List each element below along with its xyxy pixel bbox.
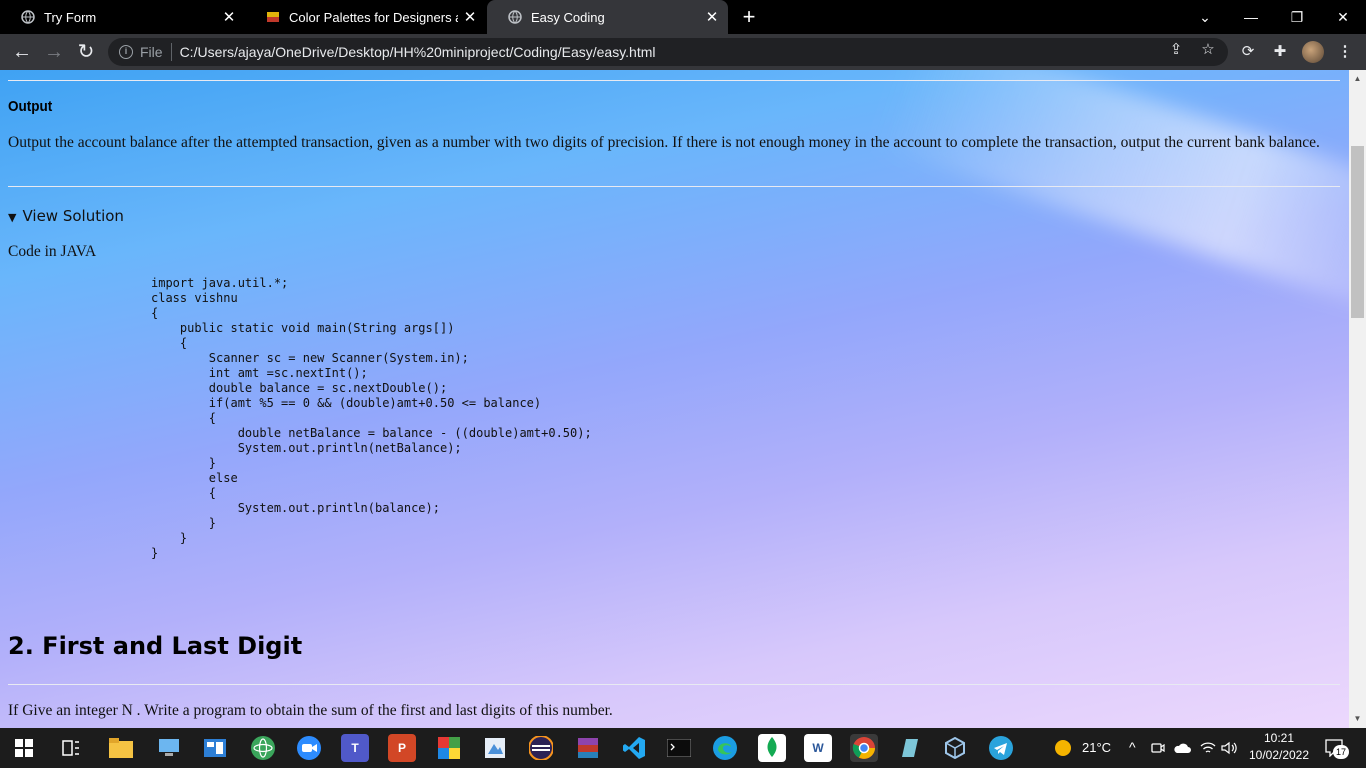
weather-temperature[interactable]: 21°C: [1082, 740, 1111, 755]
tab-try-form[interactable]: Try Form ✕: [0, 0, 245, 34]
winrar-icon[interactable]: [574, 734, 602, 762]
page-viewport: Output Output the account balance after …: [0, 70, 1349, 728]
code-block: import java.util.*; class vishnu { publi…: [151, 276, 592, 560]
windows-taskbar: T P W 21°C ^ 10:21 10/02/2022 17: [0, 728, 1366, 768]
windows-start-icon[interactable]: [10, 734, 38, 762]
url-text[interactable]: C:/Users/ajaya/OneDrive/Desktop/HH%20min…: [180, 44, 656, 60]
site-info-icon[interactable]: i: [119, 45, 133, 59]
task-view-icon[interactable]: [57, 734, 85, 762]
terminal-icon[interactable]: [665, 734, 693, 762]
tab-close-icon[interactable]: ✕: [458, 8, 482, 26]
scrollbar-thumb[interactable]: [1351, 146, 1364, 318]
output-heading: Output: [8, 98, 53, 115]
atom-icon[interactable]: [249, 734, 277, 762]
omnibox-divider: [170, 43, 172, 61]
eclipse-icon[interactable]: [527, 734, 555, 762]
word-icon[interactable]: W: [804, 734, 832, 762]
divider: [8, 186, 1340, 187]
chrome-icon[interactable]: [850, 734, 878, 762]
scroll-up-arrow[interactable]: ▲: [1349, 72, 1366, 86]
share-icon[interactable]: ⇪: [1166, 40, 1186, 58]
background-light-streak: [872, 70, 1349, 308]
vertical-scrollbar[interactable]: ▲ ▼: [1349, 70, 1366, 728]
profile-avatar[interactable]: [1302, 41, 1324, 63]
disclosure-triangle-icon: ▼: [8, 211, 17, 224]
file-explorer-icon[interactable]: [107, 734, 135, 762]
extension-icon[interactable]: ⟳: [1237, 42, 1259, 64]
teams-icon[interactable]: T: [341, 734, 369, 762]
section-description: If Give an integer N . Write a program t…: [8, 702, 613, 719]
output-description: Output the account balance after the att…: [8, 134, 1320, 151]
tab-title: Color Palettes for Designers and Artists: [289, 9, 458, 25]
virtualbox-icon[interactable]: [941, 734, 969, 762]
view-solution-label: View Solution: [22, 207, 124, 225]
mongodb-icon[interactable]: [758, 734, 786, 762]
back-button[interactable]: ←: [8, 39, 36, 65]
browser-toolbar: ← → ↻ i File C:/Users/ajaya/OneDrive/Des…: [0, 34, 1366, 70]
telegram-icon[interactable]: [987, 734, 1015, 762]
address-bar[interactable]: i File C:/Users/ajaya/OneDrive/Desktop/H…: [108, 38, 1228, 66]
section-title: 2. First and Last Digit: [8, 632, 303, 660]
onedrive-cloud-icon[interactable]: [1172, 734, 1192, 762]
reload-button[interactable]: ↻: [72, 39, 100, 65]
tab-title: Try Form: [44, 9, 97, 25]
minecraft-icon[interactable]: [435, 734, 463, 762]
meet-now-icon[interactable]: [1149, 734, 1167, 762]
vscode-icon[interactable]: [620, 734, 648, 762]
this-pc-icon[interactable]: [155, 734, 183, 762]
tab-close-icon[interactable]: ✕: [700, 8, 724, 26]
divider: [8, 80, 1340, 81]
clock-time: 10:21: [1263, 731, 1295, 745]
close-window-button[interactable]: ✕: [1320, 0, 1366, 34]
scheme-label: File: [140, 44, 163, 60]
globe-icon: [21, 10, 35, 24]
forward-button[interactable]: →: [40, 39, 68, 65]
notification-count-badge: 17: [1333, 745, 1349, 759]
tab-color-palettes[interactable]: Color Palettes for Designers and Artists…: [245, 0, 486, 34]
volume-icon[interactable]: [1220, 734, 1240, 762]
bookmark-star-icon[interactable]: ☆: [1198, 40, 1218, 58]
menu-dots-icon[interactable]: ⋮: [1334, 42, 1356, 64]
tab-title: Easy Coding: [531, 9, 605, 25]
notification-center-icon[interactable]: 17: [1325, 739, 1349, 759]
palette-icon: [267, 12, 279, 22]
divider: [8, 684, 1340, 685]
windows-app-icon[interactable]: [201, 734, 229, 762]
scroll-down-arrow[interactable]: ▼: [1349, 712, 1366, 726]
paint-icon[interactable]: [481, 734, 509, 762]
restore-button[interactable]: ❐: [1274, 0, 1320, 34]
powerpoint-icon[interactable]: P: [388, 734, 416, 762]
tab-search-dropdown-icon[interactable]: ⌄: [1182, 0, 1228, 34]
system-clock[interactable]: 10:21 10/02/2022: [1246, 730, 1312, 764]
tab-easy-coding[interactable]: Easy Coding ✕: [487, 0, 728, 34]
tab-close-icon[interactable]: ✕: [217, 8, 241, 26]
tray-chevron-icon[interactable]: ^: [1129, 739, 1136, 755]
notes-icon[interactable]: [895, 734, 923, 762]
code-language-label: Code in JAVA: [8, 243, 97, 260]
new-tab-button[interactable]: +: [736, 4, 762, 30]
zoom-icon[interactable]: [295, 734, 323, 762]
minimize-button[interactable]: —: [1228, 0, 1274, 34]
clock-date: 10/02/2022: [1248, 748, 1310, 762]
tab-strip: Try Form ✕ Color Palettes for Designers …: [0, 0, 1366, 34]
puzzle-icon[interactable]: ✚: [1269, 42, 1291, 64]
weather-sun-icon[interactable]: [1049, 734, 1077, 762]
globe-icon: [508, 10, 522, 24]
wifi-icon[interactable]: [1198, 734, 1218, 762]
view-solution-toggle[interactable]: ▼ View Solution: [8, 207, 124, 225]
edge-icon[interactable]: [711, 734, 739, 762]
